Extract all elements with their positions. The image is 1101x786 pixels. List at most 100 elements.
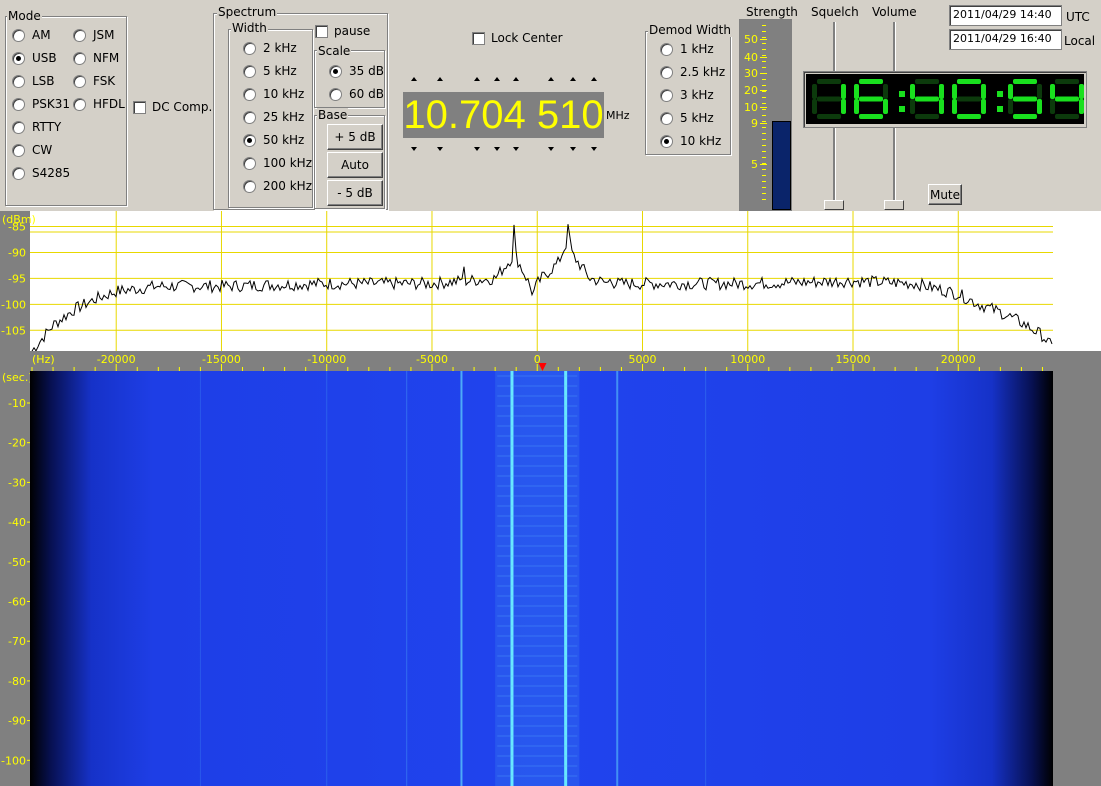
tune-up-arrow-icon[interactable] [411,77,417,81]
spectrum-plot[interactable]: -85-90-95-100-105(dBm) [0,211,1101,352]
demod-radio-1[interactable]: 2.5 kHz [660,65,725,79]
waterfall-right-margin [1053,351,1101,786]
dc-comp-checkbox[interactable]: DC Comp. [133,100,212,114]
scale-radio-1[interactable]: 60 dB [329,87,384,101]
mode-radio-fsk-circle[interactable] [73,74,86,88]
frequency-unit: MHz [606,109,630,122]
width-radio-5[interactable]: 100 kHz [243,156,312,170]
tune-down-arrow-icon[interactable] [513,147,519,151]
tune-down-arrow-icon[interactable] [437,147,443,151]
mode-radio-usb-circle[interactable] [12,51,25,65]
mode-radio-lsb-circle[interactable] [12,74,25,88]
strength-scale-label: 40 [744,51,758,64]
axis-tick-label: 10000 [730,353,765,366]
scale-radio-0-circle[interactable] [329,64,342,78]
tune-down-arrow-icon[interactable] [411,147,417,151]
lock-center-checkbox[interactable]: Lock Center [472,31,563,45]
mode-radio-rtty-label: RTTY [32,120,62,134]
demod-radio-3[interactable]: 5 kHz [660,111,714,125]
mode-radio-psk31-label: PSK31 [32,97,70,111]
mode-radio-usb[interactable]: USB [12,51,57,65]
demod-radio-3-circle[interactable] [660,111,673,125]
mode-radio-rtty-circle[interactable] [12,120,25,134]
width-radio-3-circle[interactable] [243,110,256,124]
squelch-thumb[interactable] [824,200,844,210]
waterfall-y-tick-label: -30 [8,476,26,489]
width-radio-4-circle[interactable] [243,133,256,147]
demod-radio-2[interactable]: 3 kHz [660,88,714,102]
mode-radio-lsb[interactable]: LSB [12,74,55,88]
tune-down-arrow-icon[interactable] [591,147,597,151]
mode-radio-jsm-circle[interactable] [73,28,86,42]
mode-radio-nfm[interactable]: NFM [73,51,119,65]
strength-minor-tick [762,127,766,128]
tune-up-arrow-icon[interactable] [513,77,519,81]
tune-up-arrow-icon[interactable] [548,77,554,81]
demod-radio-0-circle[interactable] [660,42,673,56]
width-radio-1[interactable]: 5 kHz [243,64,297,78]
pause-checkbox[interactable]: pause [315,24,370,38]
mode-radio-cw-label: CW [32,143,53,157]
frequency-axis[interactable]: (Hz) -20000 -15000 -10000 -5000 0 5000 10000 150… [0,351,1101,371]
demod-radio-4-circle[interactable] [660,134,673,148]
mode-radio-s4285-circle[interactable] [12,166,25,180]
tune-down-arrow-icon[interactable] [474,147,480,151]
mode-radio-s4285[interactable]: S4285 [12,166,70,180]
width-radio-5-circle[interactable] [243,156,256,170]
mode-radio-jsm[interactable]: JSM [73,28,115,42]
axis-tick-label: 5000 [628,353,656,366]
base-auto-button[interactable]: Auto [327,152,383,178]
volume-thumb[interactable] [884,200,904,210]
local-date-field[interactable]: 2011/04/29 16:40 [949,29,1062,50]
tune-up-arrow-icon[interactable] [591,77,597,81]
base-minus-button[interactable]: - 5 dB [327,180,383,206]
scale-radio-0[interactable]: 35 dB [329,64,384,78]
width-radio-3[interactable]: 25 kHz [243,110,304,124]
width-radio-6[interactable]: 200 kHz [243,179,312,193]
tune-up-arrow-icon[interactable] [494,77,500,81]
strength-minor-tick [762,133,766,134]
tune-up-arrow-icon[interactable] [437,77,443,81]
mode-radio-hfdl[interactable]: HFDL [73,97,125,111]
base-plus-button[interactable]: + 5 dB [327,124,383,150]
waterfall-y-tick-label: -60 [8,596,26,609]
width-radio-2[interactable]: 10 kHz [243,87,304,101]
mute-button[interactable]: Mute [928,184,962,205]
width-radio-0[interactable]: 2 kHz [243,41,297,55]
mode-radio-psk31[interactable]: PSK31 [12,97,70,111]
tune-up-arrow-icon[interactable] [474,77,480,81]
demod-radio-4[interactable]: 10 kHz [660,134,721,148]
clock-segment [1013,114,1037,119]
width-radio-1-circle[interactable] [243,64,256,78]
demod-radio-2-circle[interactable] [660,88,673,102]
width-radio-2-circle[interactable] [243,87,256,101]
tune-down-arrow-icon[interactable] [570,147,576,151]
strength-minor-tick [762,79,766,80]
lock-center-box[interactable] [472,31,485,45]
demod-radio-0[interactable]: 1 kHz [660,42,714,56]
mode-radio-cw[interactable]: CW [12,143,52,157]
width-radio-4[interactable]: 50 kHz [243,133,304,147]
scale-group-title: Scale [317,44,352,58]
pause-box[interactable] [315,24,328,38]
tune-down-arrow-icon[interactable] [494,147,500,151]
demod-radio-1-circle[interactable] [660,65,673,79]
width-radio-6-circle[interactable] [243,179,256,193]
mode-radio-psk31-circle[interactable] [12,97,25,111]
tune-down-arrow-icon[interactable] [548,147,554,151]
mode-radio-fsk[interactable]: FSK [73,74,115,88]
mode-radio-hfdl-circle[interactable] [73,97,86,111]
mode-radio-rtty[interactable]: RTTY [12,120,61,134]
mode-radio-s4285-label: S4285 [32,166,71,180]
utc-date-field[interactable]: 2011/04/29 14:40 [949,5,1062,26]
waterfall-signal-line [406,371,408,786]
mode-radio-am[interactable]: AM [12,28,51,42]
mode-radio-am-circle[interactable] [12,28,25,42]
strength-minor-tick [762,169,766,170]
mode-radio-nfm-circle[interactable] [73,51,86,65]
tune-up-arrow-icon[interactable] [570,77,576,81]
scale-radio-1-circle[interactable] [329,87,342,101]
mode-radio-cw-circle[interactable] [12,143,25,157]
dc-comp-box[interactable] [133,100,146,114]
width-radio-0-circle[interactable] [243,41,256,55]
